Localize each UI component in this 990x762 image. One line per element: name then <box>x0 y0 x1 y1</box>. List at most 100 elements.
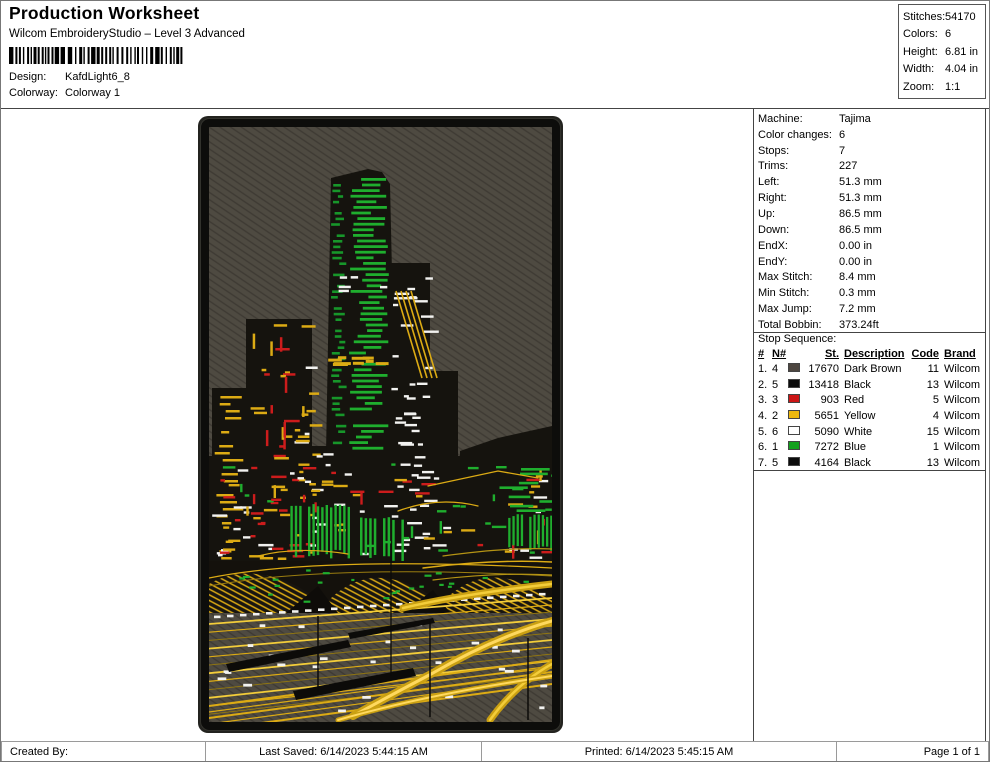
design-name-row: Design: KafdLight6_8 <box>9 71 269 83</box>
col-header-brand: Brand <box>939 348 981 360</box>
summary-row: Width: 4.04 in <box>903 61 985 79</box>
summary-label: Zoom: <box>903 81 945 93</box>
machine-info-value: 227 <box>839 160 984 172</box>
summary-value: 54170 <box>945 11 985 23</box>
summary-row: Colors: 6 <box>903 26 985 44</box>
thread-brand: Wilcom <box>939 394 981 406</box>
machine-info-row: Up: 86.5 mm <box>758 206 984 222</box>
barcode-image <box>9 47 187 64</box>
thread-code: 11 <box>907 363 939 375</box>
thread-color-swatch <box>788 426 800 435</box>
stop-number: 6. <box>758 441 772 453</box>
machine-info-label: Min Stitch: <box>758 287 839 299</box>
machine-info-value: 0.00 in <box>839 256 984 268</box>
summary-value: 1:1 <box>945 81 985 93</box>
stop-number: 3. <box>758 394 772 406</box>
summary-value: 6 <box>945 28 985 40</box>
production-worksheet-page: Production Worksheet Wilcom EmbroiderySt… <box>0 0 990 762</box>
thread-brand: Wilcom <box>939 379 981 391</box>
machine-info-label: Total Bobbin: <box>758 319 839 331</box>
machine-info-panel: Machine: Tajima Color changes: 6 Stops: … <box>758 111 984 333</box>
summary-row: Stitches: 54170 <box>903 8 985 26</box>
machine-info-label: Max Jump: <box>758 303 839 315</box>
colorway-label: Colorway: <box>9 87 65 99</box>
summary-row: Height: 6.81 in <box>903 43 985 61</box>
machine-info-value: 51.3 mm <box>839 192 984 204</box>
col-header-needle: N# <box>772 348 788 360</box>
machine-info-label: EndX: <box>758 240 839 252</box>
col-header-description: Description <box>839 348 907 360</box>
machine-info-value: 86.5 mm <box>839 224 984 236</box>
summary-label: Stitches: <box>903 11 945 23</box>
stop-number: 7. <box>758 457 772 469</box>
thread-description: Blue <box>839 441 907 453</box>
machine-info-row: EndX: 0.00 in <box>758 238 984 254</box>
col-header-num: # <box>758 348 772 360</box>
stop-number: 2. <box>758 379 772 391</box>
stop-number: 5. <box>758 426 772 438</box>
stop-number: 1. <box>758 363 772 375</box>
panel-divider <box>753 108 754 742</box>
needle-number: 3 <box>772 394 788 406</box>
footer-last-saved: Last Saved: 6/14/2023 5:44:15 AM <box>205 741 482 762</box>
machine-info-label: Stops: <box>758 145 839 157</box>
stop-sequence-row: 4. 2 5651 Yellow 4 Wilcom <box>758 408 984 424</box>
machine-info-row: Max Stitch: 8.4 mm <box>758 269 984 285</box>
thread-code: 13 <box>907 379 939 391</box>
stop-number: 4. <box>758 410 772 422</box>
machine-info-value: Tajima <box>839 113 984 125</box>
summary-label: Colors: <box>903 28 945 40</box>
thread-description: Red <box>839 394 907 406</box>
machine-info-value: 0.00 in <box>839 240 984 252</box>
machine-info-row: Min Stitch: 0.3 mm <box>758 285 984 301</box>
stitch-count: 13418 <box>803 379 839 391</box>
stitch-count: 903 <box>803 394 839 406</box>
needle-number: 6 <box>772 426 788 438</box>
col-header-stitches: St. <box>803 348 839 360</box>
thread-description: Black <box>839 379 907 391</box>
machine-info-row: EndY: 0.00 in <box>758 254 984 270</box>
machine-info-label: Down: <box>758 224 839 236</box>
machine-info-row: Max Jump: 7.2 mm <box>758 301 984 317</box>
stitch-count: 5651 <box>803 410 839 422</box>
design-value: KafdLight6_8 <box>65 71 269 83</box>
thread-color-swatch <box>788 457 800 466</box>
thread-code: 5 <box>907 394 939 406</box>
app-subtitle: Wilcom EmbroideryStudio – Level 3 Advanc… <box>9 28 245 40</box>
machine-info-label: EndY: <box>758 256 839 268</box>
machine-info-label: Machine: <box>758 113 839 125</box>
colorway-value: Colorway 1 <box>65 87 269 99</box>
thread-color-swatch <box>788 379 800 388</box>
footer-printed: Printed: 6/14/2023 5:45:15 AM <box>481 741 837 762</box>
design-label: Design: <box>9 71 65 83</box>
thread-code: 1 <box>907 441 939 453</box>
design-summary-box: Stitches: 54170 Colors: 6 Height: 6.81 i… <box>898 4 986 99</box>
machine-info-row: Total Bobbin: 373.24ft <box>758 317 984 333</box>
machine-info-label: Max Stitch: <box>758 271 839 283</box>
machine-info-value: 8.4 mm <box>839 271 984 283</box>
summary-value: 6.81 in <box>945 46 985 58</box>
machine-info-label: Right: <box>758 192 839 204</box>
thread-description: Black <box>839 457 907 469</box>
stop-sequence-row: 7. 5 4164 Black 13 Wilcom <box>758 455 984 471</box>
stop-sequence-row: 2. 5 13418 Black 13 Wilcom <box>758 377 984 393</box>
page-title: Production Worksheet <box>9 3 199 24</box>
stop-sequence-row: 3. 3 903 Red 5 Wilcom <box>758 392 984 408</box>
thread-description: Dark Brown <box>839 363 907 375</box>
summary-value: 4.04 in <box>945 63 985 75</box>
machine-info-value: 7 <box>839 145 984 157</box>
thread-brand: Wilcom <box>939 457 981 469</box>
stitch-count: 7272 <box>803 441 839 453</box>
machine-info-value: 373.24ft <box>839 319 984 331</box>
machine-info-label: Up: <box>758 208 839 220</box>
stop-sequence-row: 6. 1 7272 Blue 1 Wilcom <box>758 439 984 455</box>
machine-info-label: Trims: <box>758 160 839 172</box>
colorway-row: Colorway: Colorway 1 <box>9 87 269 99</box>
stitch-count: 17670 <box>803 363 839 375</box>
design-preview-image <box>198 116 563 733</box>
machine-info-row: Down: 86.5 mm <box>758 222 984 238</box>
machine-info-row: Stops: 7 <box>758 143 984 159</box>
thread-code: 13 <box>907 457 939 469</box>
machine-info-value: 6 <box>839 129 984 141</box>
thread-code: 15 <box>907 426 939 438</box>
